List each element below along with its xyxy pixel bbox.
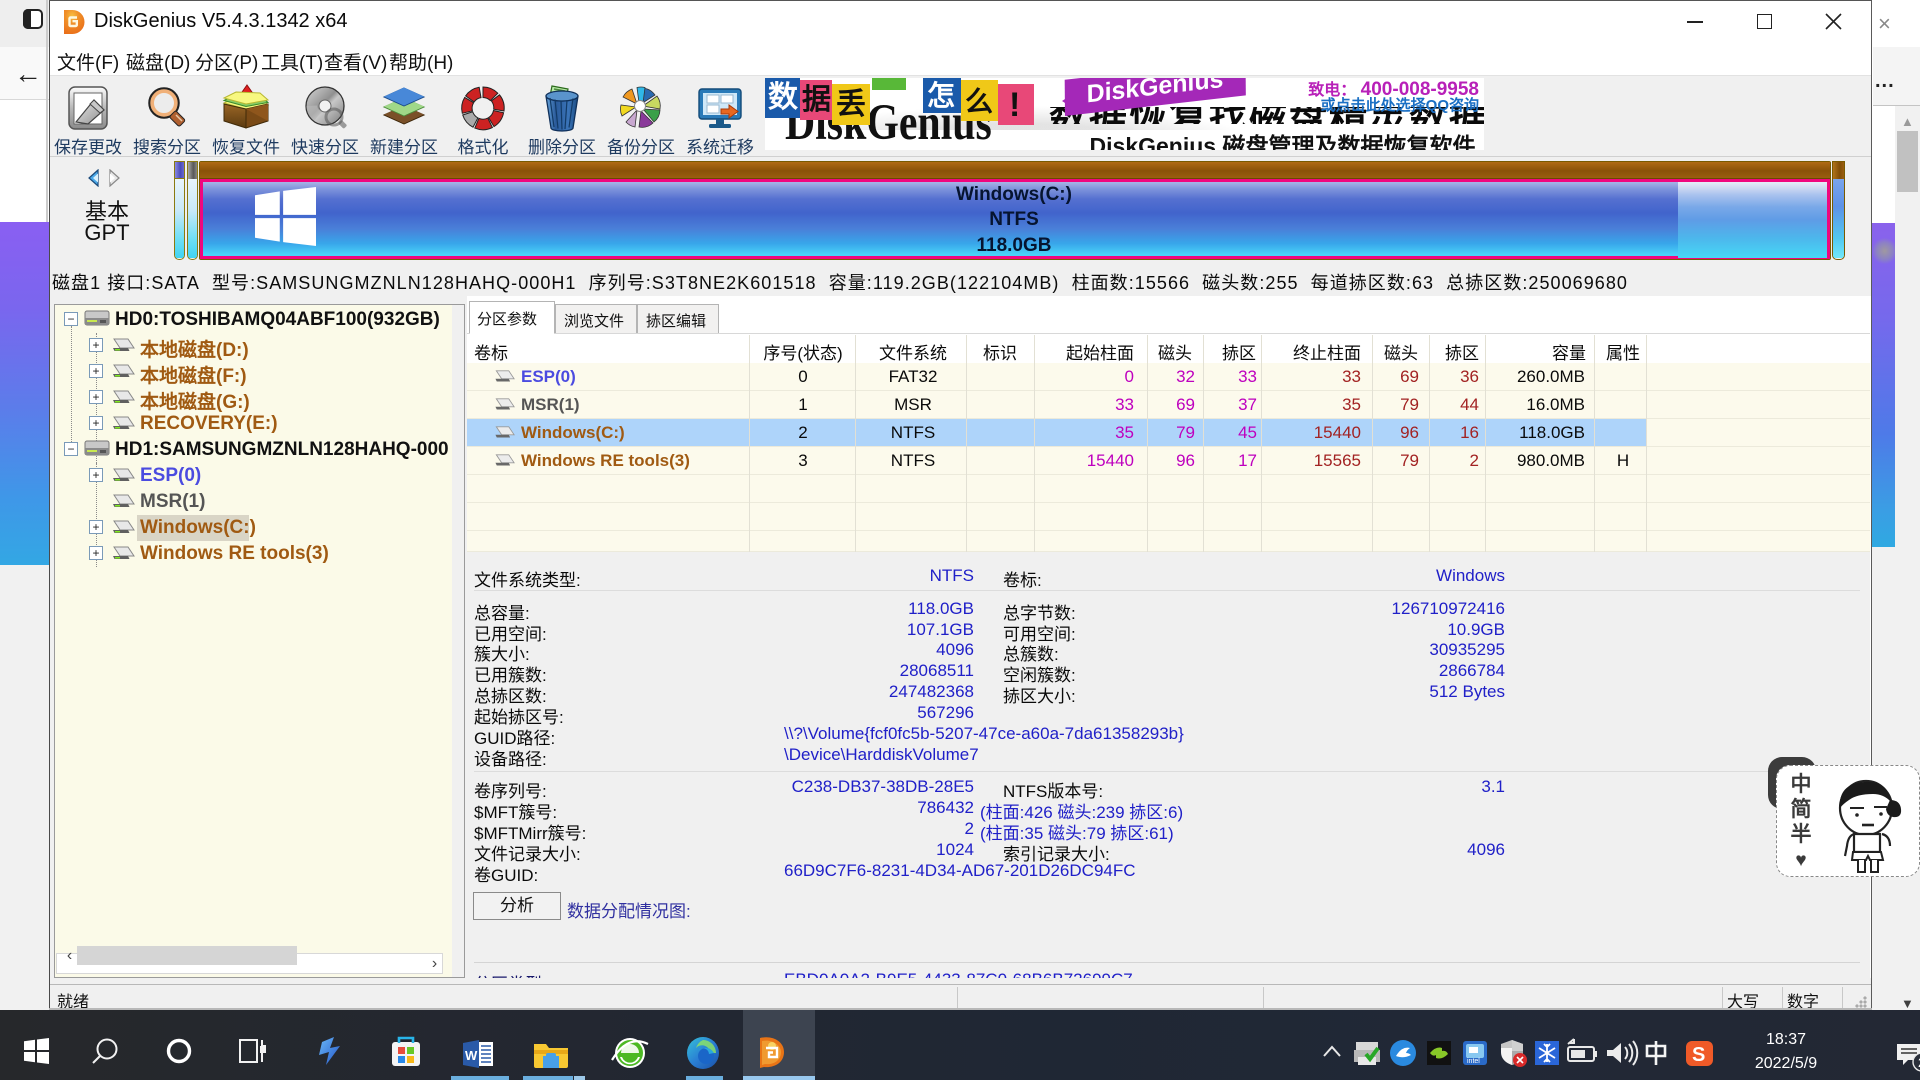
svg-text:2022/5/9: 2022/5/9 [1755,1055,1817,1072]
svg-text:18:37: 18:37 [1766,1031,1806,1048]
svg-text:S: S [1692,1044,1705,1066]
svg-text:W: W [465,1048,478,1063]
svg-text:intel: intel [1467,1058,1480,1065]
